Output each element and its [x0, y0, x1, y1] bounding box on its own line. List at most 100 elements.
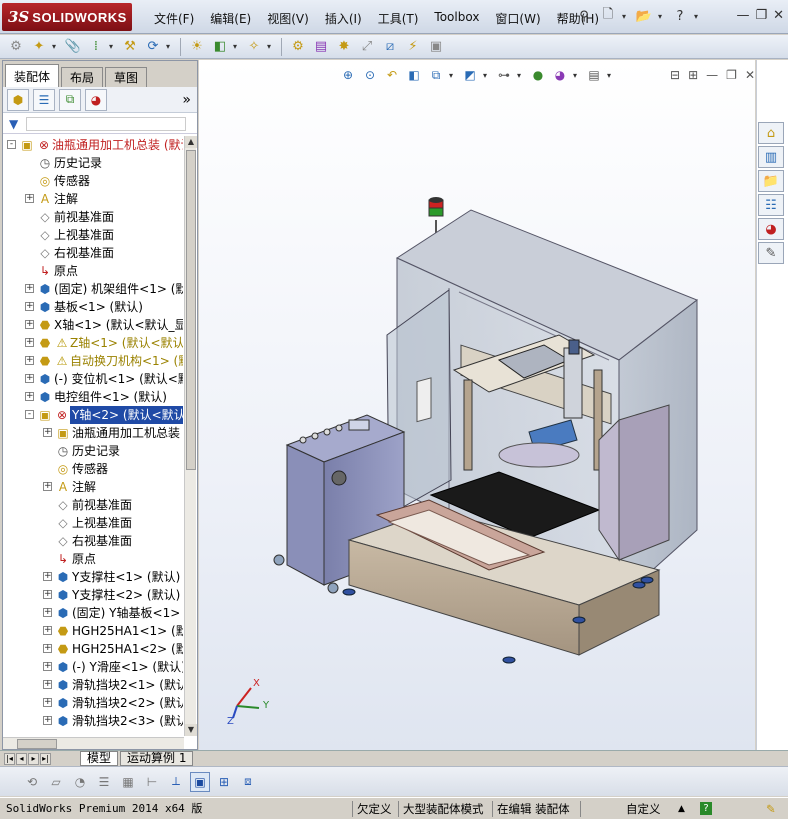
show-hidden-icon[interactable]: ☀	[187, 37, 207, 57]
open-dropdown-icon[interactable]: ▾	[658, 12, 666, 21]
explode-line-sketch-icon[interactable]: ⤢	[357, 37, 377, 57]
expand-icon[interactable]: +	[43, 680, 52, 689]
open-icon[interactable]: 📂	[634, 6, 654, 26]
expand-icon[interactable]: +	[25, 284, 34, 293]
tree-item[interactable]: + ⬢(固定) Y轴基板<1> (默	[3, 604, 183, 622]
list-icon[interactable]: ☰	[94, 772, 114, 792]
tree-item[interactable]: + ⬢ 基板<1> (默认)	[3, 298, 183, 316]
export-icon[interactable]: ⧈	[238, 772, 258, 792]
restore-icon[interactable]: ❐	[755, 8, 767, 23]
expand-icon[interactable]: +	[43, 716, 52, 725]
tree-item[interactable]: ↳ 原点	[3, 262, 183, 280]
rotate-icon[interactable]: ⟲	[22, 772, 42, 792]
new-dropdown-icon[interactable]: ▾	[622, 12, 630, 21]
collapse-icon[interactable]: -	[25, 410, 34, 419]
tree-item[interactable]: ◷ 历史记录	[3, 154, 183, 172]
view-palette-icon[interactable]: ☷	[758, 194, 784, 216]
linear-pattern-icon[interactable]: ⁞	[86, 37, 106, 57]
machine-3d-model[interactable]	[199, 60, 755, 750]
tab-motion-study-1[interactable]: 运动算例 1	[120, 751, 194, 766]
dropdown-icon[interactable]: ▾	[233, 42, 241, 51]
design-library-icon[interactable]: ▥	[758, 146, 784, 168]
expand-icon[interactable]: +	[25, 338, 34, 347]
expand-icon[interactable]: +	[25, 302, 34, 311]
tree-item[interactable]: - ▣ ⊗ 油瓶通用加工机总装 (默认	[3, 136, 183, 154]
tree-item[interactable]: + ⬣HGH25HA1<1> (默认<默	[3, 622, 183, 640]
tree-item[interactable]: + ⬢ 滑轨挡块2<2> (默认)	[3, 694, 183, 712]
new-motion-study-icon[interactable]: ⚙	[288, 37, 308, 57]
dropdown-icon[interactable]: ▾	[267, 42, 275, 51]
reference-geometry-icon[interactable]: ✧	[244, 37, 264, 57]
tree-item[interactable]: + ⬢ 滑轨挡块2<3> (默认)	[3, 712, 183, 730]
tree-item[interactable]: + A 注解	[3, 190, 183, 208]
solidworks-logo[interactable]: 3S SOLIDWORKS	[2, 3, 132, 31]
appearances-icon[interactable]: ◕	[758, 218, 784, 240]
tree-item[interactable]: -▣ ⊗Y轴<2> (默认<默认_显	[3, 406, 183, 424]
tree-item[interactable]: ◷ 历史记录	[3, 442, 183, 460]
expand-icon[interactable]: +	[25, 356, 34, 365]
minimize-icon[interactable]: —	[736, 8, 749, 23]
solidworks-resources-icon[interactable]: ⌂	[758, 122, 784, 144]
menu-insert[interactable]: 插入(I)	[317, 8, 370, 29]
filter-input[interactable]	[26, 116, 187, 131]
smart-fasteners-icon[interactable]: ⚒	[120, 37, 140, 57]
triad-toggle-icon[interactable]: ⟂	[166, 772, 186, 792]
file-explorer-icon[interactable]: 📁	[758, 170, 784, 192]
next-tab-icon[interactable]: ▸	[28, 752, 39, 765]
new-document-icon[interactable]: 🗋	[598, 6, 618, 26]
expand-icon[interactable]: +	[43, 698, 52, 707]
custom-properties-icon[interactable]: ✎	[758, 242, 784, 264]
tree-item[interactable]: ◇ 前视基准面	[3, 496, 183, 514]
tab-model[interactable]: 模型	[80, 751, 119, 766]
tree-item[interactable]: + ⬣X轴<1> (默认<默认_显示状	[3, 316, 183, 334]
shaded-view-icon[interactable]: ▣	[190, 771, 210, 792]
filter-icon[interactable]: ▼	[9, 117, 18, 131]
expand-icon[interactable]: +	[43, 428, 52, 437]
bill-of-materials-icon[interactable]: ▤	[311, 37, 331, 57]
tab-sketch[interactable]: 草图	[105, 67, 148, 87]
tree-item[interactable]: + ⬢ Y支撑柱<2> (默认)	[3, 586, 183, 604]
scroll-thumb[interactable]	[186, 150, 196, 470]
expand-icon[interactable]: +	[43, 572, 52, 581]
last-tab-icon[interactable]: ▸|	[40, 752, 51, 765]
expand-icon[interactable]: +	[43, 662, 52, 671]
tree-item[interactable]: ◎ 传感器	[3, 460, 183, 478]
menu-edit[interactable]: 编辑(E)	[202, 8, 259, 29]
instant3d-icon[interactable]: ⚡	[403, 37, 423, 57]
expand-icon[interactable]: +	[25, 320, 34, 329]
mate-icon[interactable]: 📎	[63, 37, 83, 57]
tree-item[interactable]: + ▣ 油瓶通用加工机总装 (	[3, 424, 183, 442]
tree-item[interactable]: ◇ 右视基准面	[3, 244, 183, 262]
property-manager-icon[interactable]: ☰	[33, 88, 55, 111]
menu-file[interactable]: 文件(F)	[146, 8, 202, 29]
menu-window[interactable]: 窗口(W)	[487, 8, 548, 29]
expand-icon[interactable]: +	[43, 626, 52, 635]
close-icon[interactable]: ✕	[773, 8, 784, 23]
tree-item[interactable]: + ⬢ Y支撑柱<1> (默认)	[3, 568, 183, 586]
tree-item[interactable]: ◎ 传感器	[3, 172, 183, 190]
tree-item[interactable]: + ⬢ (-) Y滑座<1> (默认)	[3, 658, 183, 676]
tree-item[interactable]: ◇ 右视基准面	[3, 532, 183, 550]
grid-icon[interactable]: ▦	[118, 772, 138, 792]
table-icon[interactable]: ⊞	[214, 772, 234, 792]
dropdown-icon[interactable]: ▾	[52, 42, 60, 51]
hscroll-thumb[interactable]	[17, 739, 57, 749]
move-component-icon[interactable]: ⟳	[143, 37, 163, 57]
tree-item[interactable]: + ⬣HGH25HA1<2> (默认<默	[3, 640, 183, 658]
large-assembly-icon[interactable]: ▣	[426, 37, 446, 57]
tree-item[interactable]: + ⬢ 电控组件<1> (默认)	[3, 388, 183, 406]
pin-icon[interactable]: ⚲	[574, 6, 594, 26]
tree-item[interactable]: ◇ 前视基准面	[3, 208, 183, 226]
tab-assembly[interactable]: 装配体	[5, 64, 60, 87]
tree-item[interactable]: + ⬢(-) 变位机<1> (默认<默认	[3, 370, 183, 388]
configuration-manager-icon[interactable]: ⧉	[59, 88, 81, 111]
expand-icon[interactable]: +	[25, 374, 34, 383]
collapse-icon[interactable]: -	[7, 140, 16, 149]
first-tab-icon[interactable]: |◂	[4, 752, 15, 765]
menu-toolbox[interactable]: Toolbox	[426, 8, 487, 29]
graphics-area[interactable]: ⊕ ⊙ ↶ ◧ ⧉▾ ◩▾ ⊶▾ ● ◕▾ ▤▾ ⊟ ⊞ — ❐ ✕	[199, 60, 755, 750]
tree-item[interactable]: + ⬣ ⚠自动换刀机构<1> (默认	[3, 352, 183, 370]
help-icon[interactable]: ?	[670, 6, 690, 26]
tree-item[interactable]: ↳ 原点	[3, 550, 183, 568]
tree-item[interactable]: + ⬣ ⚠Z轴<1> (默认<默认_显	[3, 334, 183, 352]
